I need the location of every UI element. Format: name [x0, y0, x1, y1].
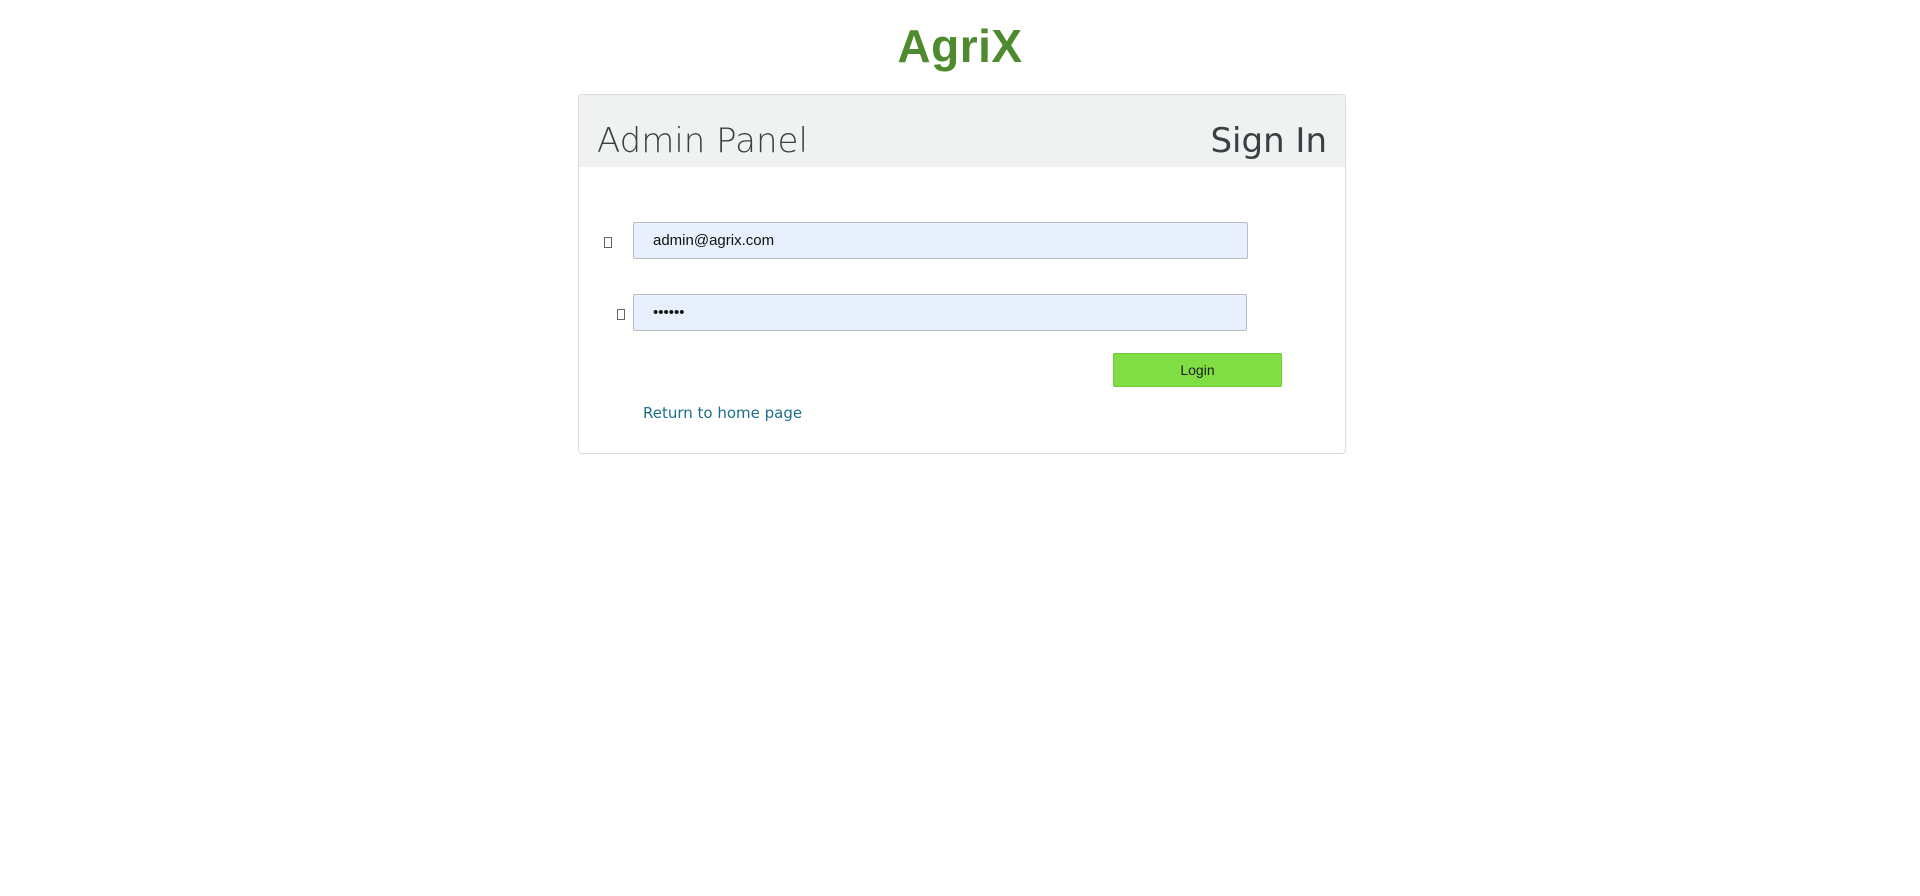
panel-title: Admin Panel — [597, 121, 808, 161]
brand-logo: AgriX — [897, 20, 1023, 72]
return-home-link[interactable]: Return to home page — [643, 403, 802, 423]
sign-in-heading: Sign In — [1210, 121, 1327, 161]
lock-icon — [617, 309, 625, 320]
login-button[interactable]: Login — [1113, 353, 1282, 387]
login-panel: Admin Panel Sign In admin@agrix.com ••••… — [578, 94, 1346, 454]
email-field[interactable]: admin@agrix.com — [633, 222, 1248, 259]
email-icon — [604, 237, 612, 248]
password-field[interactable]: •••••• — [633, 294, 1247, 331]
panel-header: Admin Panel Sign In — [579, 95, 1345, 167]
